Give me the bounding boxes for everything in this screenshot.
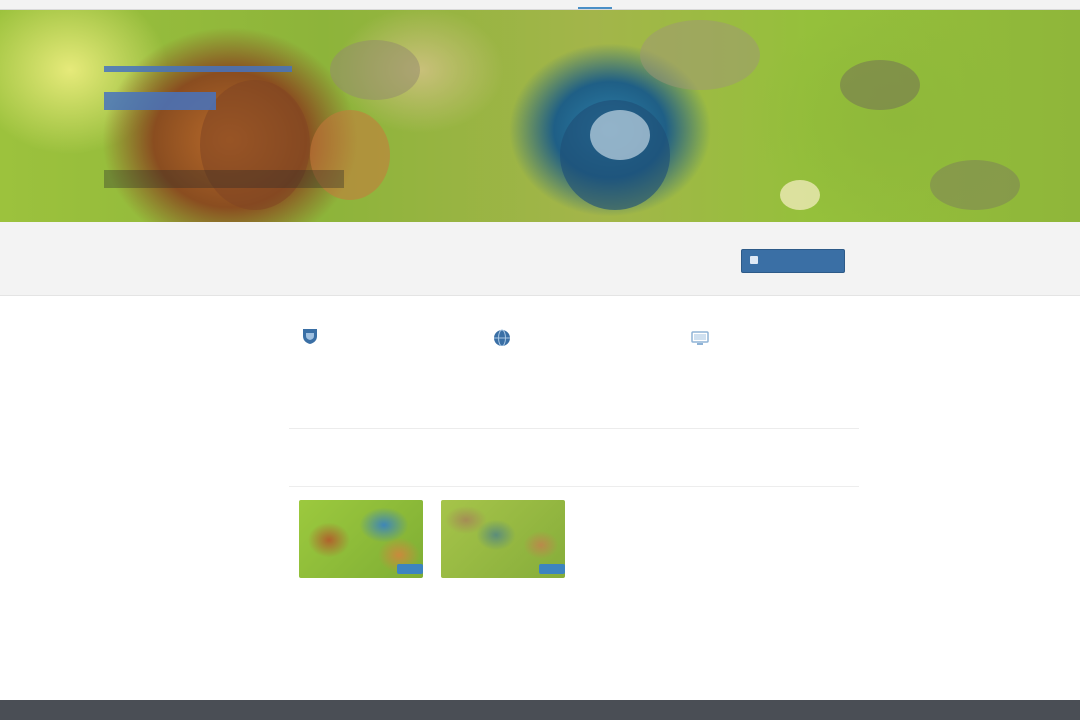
game-card-1[interactable]	[299, 500, 425, 586]
hero-caption	[104, 170, 344, 188]
footer-bar	[0, 700, 1080, 720]
card-tag	[539, 564, 565, 574]
hero-ruins-art	[640, 20, 760, 90]
download-icon	[750, 256, 758, 264]
hero-warrior-art	[200, 80, 310, 210]
download-button[interactable]	[741, 249, 845, 273]
nav-tab-1[interactable]	[578, 0, 612, 9]
globe-icon	[494, 329, 510, 346]
card-thumbnail[interactable]	[441, 500, 565, 578]
top-navigation	[0, 0, 1080, 10]
intro-band	[0, 222, 1080, 296]
card-tag	[397, 564, 423, 574]
nav-tab-2[interactable]	[640, 0, 684, 9]
hero-egg-art	[780, 180, 820, 210]
game-card-2[interactable]	[441, 500, 567, 586]
nav-tab-4[interactable]	[796, 0, 842, 9]
hero-subtitle	[104, 92, 216, 110]
section-rule	[289, 486, 859, 487]
nav-tab-3[interactable]	[712, 0, 770, 9]
hero-mask-art	[590, 110, 650, 160]
hero-statues-art	[840, 60, 920, 110]
hero-figures-art	[930, 160, 1020, 210]
hero-building-art	[330, 40, 420, 100]
section-divider	[289, 428, 859, 429]
hero-banner	[0, 10, 1080, 222]
computer-icon	[691, 331, 709, 345]
shield-icon	[303, 329, 317, 344]
card-thumbnail[interactable]	[299, 500, 423, 578]
hero-title	[104, 66, 292, 72]
